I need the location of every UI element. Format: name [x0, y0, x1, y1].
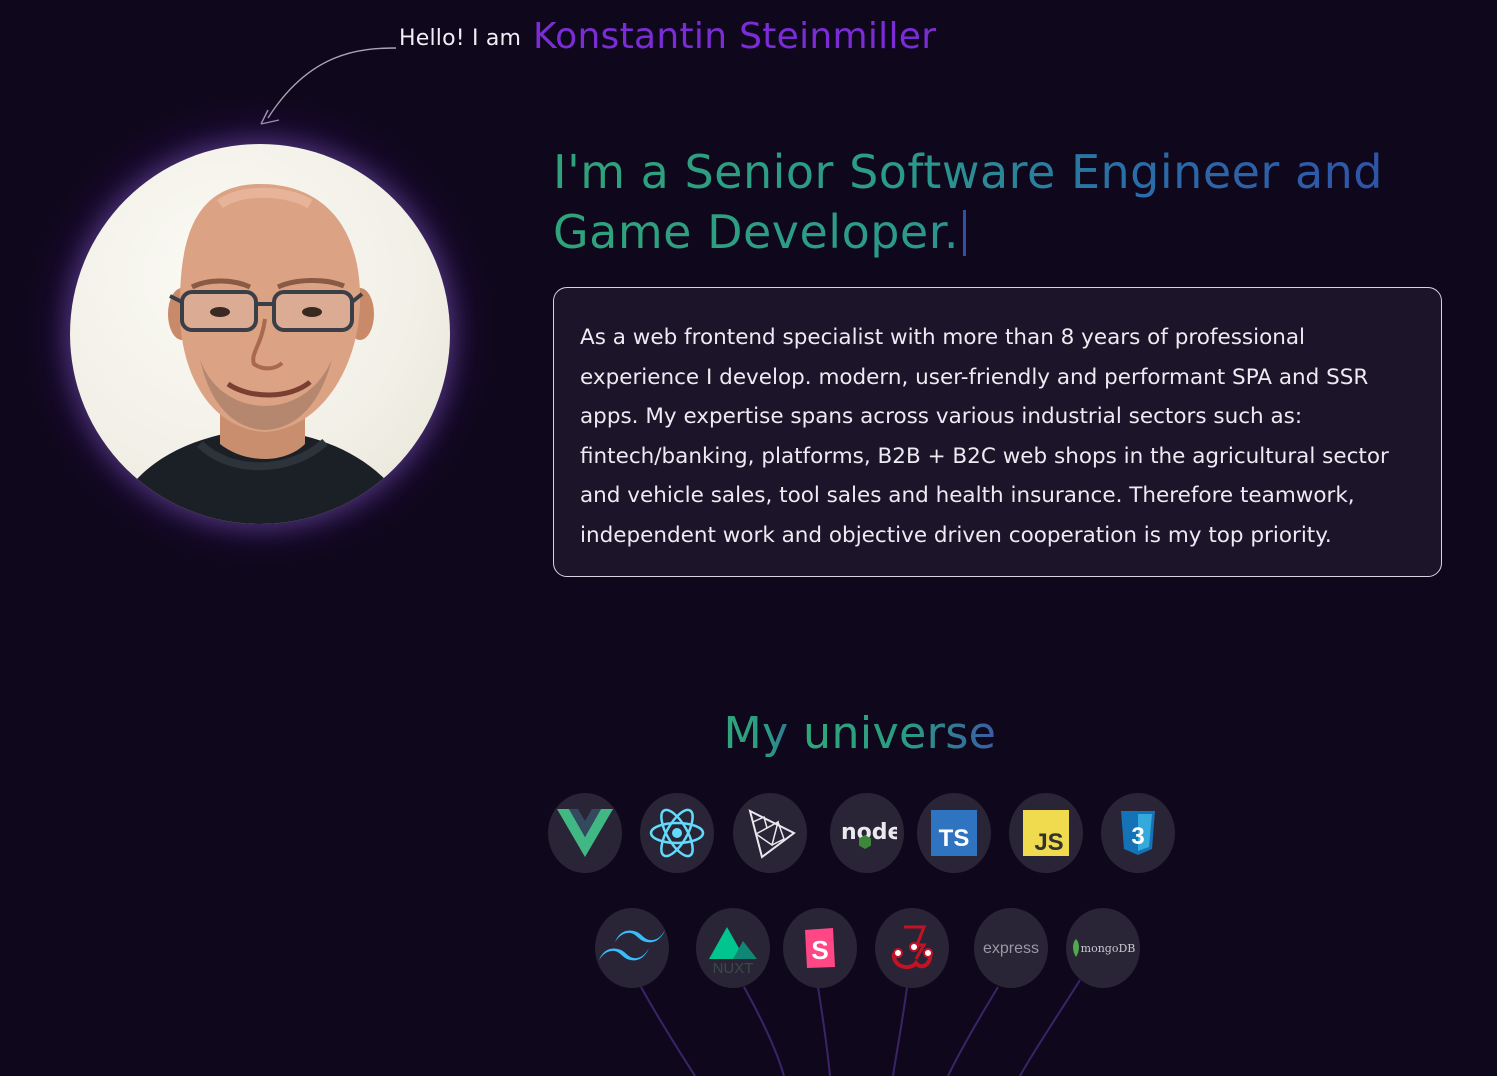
greeting-text: Hello! I am: [399, 26, 522, 51]
javascript-icon: JS: [1023, 810, 1069, 856]
react-icon: [649, 808, 705, 858]
tailwind-icon: [599, 930, 665, 961]
nuxt-icon: NUXT: [709, 927, 757, 975]
about-text: As a web frontend specialist with more t…: [580, 325, 1389, 548]
nuxt-label: NUXT: [713, 960, 754, 975]
storybook-label: S: [811, 935, 828, 965]
javascript-label: JS: [1034, 829, 1063, 856]
vue-icon: [557, 809, 613, 857]
tech-mongodb[interactable]: mongoDB: [1066, 908, 1140, 988]
typescript-label: TS: [939, 825, 970, 852]
author-name: Konstantin Steinmiller: [533, 16, 937, 57]
page: Hello! I am Konstantin Steinmiller I'm a…: [0, 0, 1497, 1076]
mongodb-icon: mongoDB: [1073, 939, 1136, 957]
tech-threejs[interactable]: [733, 793, 807, 873]
tech-storybook[interactable]: S: [783, 908, 857, 988]
express-icon: express: [983, 940, 1039, 957]
jest-icon: [891, 925, 933, 970]
mongodb-label: mongoDB: [1081, 942, 1136, 955]
tech-nodejs[interactable]: node: [830, 793, 904, 873]
portrait-illustration-icon: [110, 184, 415, 524]
tech-css3[interactable]: 3: [1101, 793, 1175, 873]
tech-express[interactable]: express: [974, 908, 1048, 988]
express-label: express: [983, 940, 1039, 957]
tech-typescript[interactable]: TS: [917, 793, 991, 873]
profile-portrait: [70, 144, 450, 524]
typing-cursor: [963, 210, 967, 256]
headline: I'm a Senior Software Engineer and Game …: [553, 142, 1433, 262]
storybook-icon: S: [805, 928, 835, 968]
headline-line-1: I'm a Senior Software Engineer and: [553, 145, 1383, 199]
tech-javascript[interactable]: JS: [1009, 793, 1083, 873]
tech-tailwind[interactable]: [595, 908, 669, 988]
tech-nuxt[interactable]: NUXT: [696, 908, 770, 988]
css3-icon: 3: [1121, 811, 1155, 855]
nodejs-icon: node: [841, 820, 897, 849]
tech-jest[interactable]: [875, 908, 949, 988]
universe-title: My universe: [0, 708, 1497, 759]
threejs-icon: [748, 809, 796, 859]
tech-vue[interactable]: [548, 793, 622, 873]
about-card: As a web frontend specialist with more t…: [553, 287, 1442, 577]
css3-label: 3: [1131, 823, 1144, 850]
headline-line-2: Game Developer.: [553, 205, 960, 259]
typescript-icon: TS: [931, 810, 977, 856]
universe-title-part1: My: [723, 708, 804, 759]
tech-react[interactable]: [640, 793, 714, 873]
universe-title-part2: universe: [803, 708, 997, 759]
